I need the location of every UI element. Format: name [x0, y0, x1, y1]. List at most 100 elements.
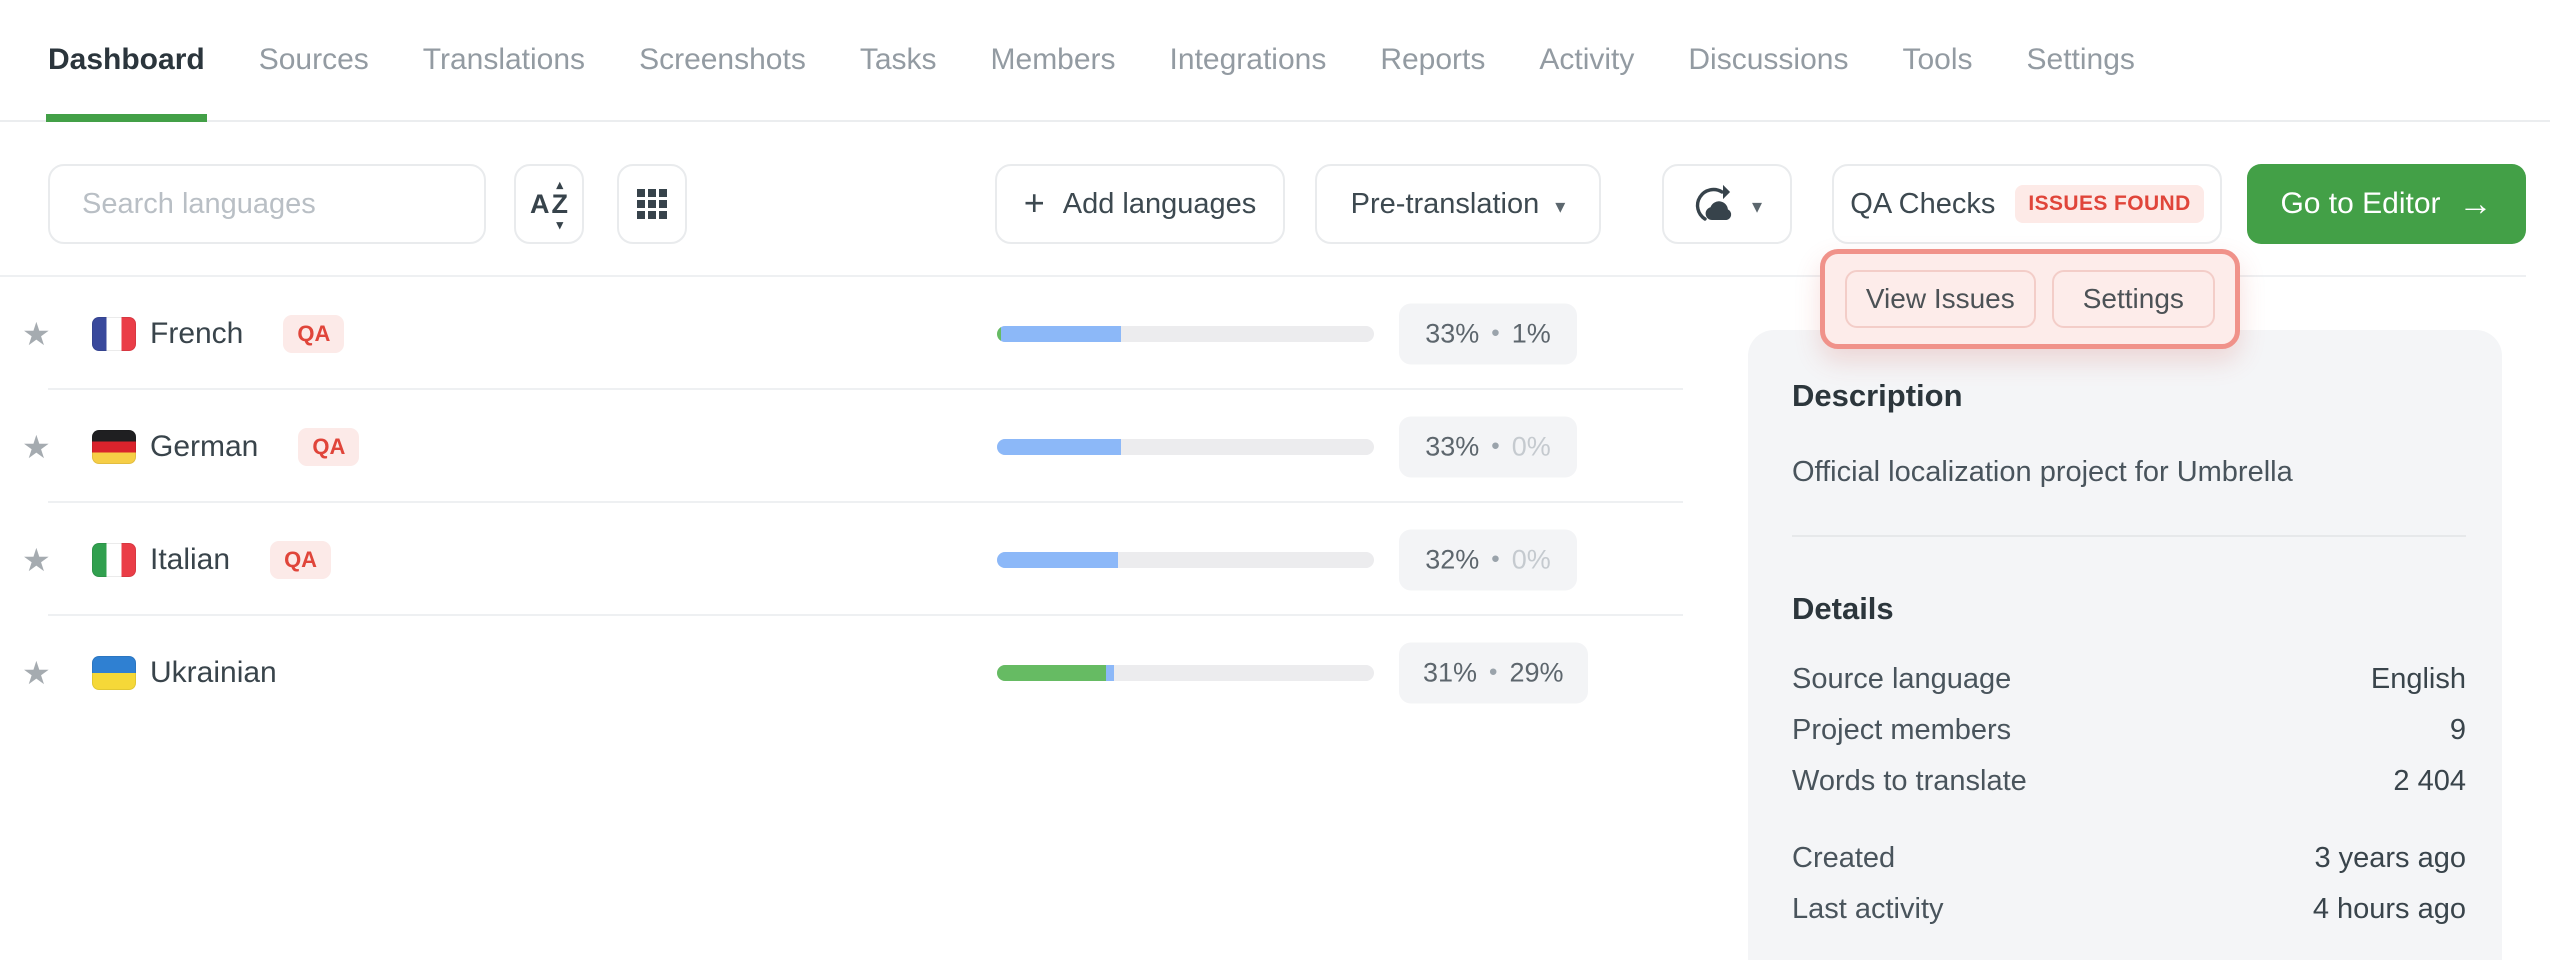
language-row-italian[interactable]: ★ Italian QA 32% • 0%: [0, 503, 1690, 616]
language-name: Ukrainian: [150, 656, 277, 690]
nav-tab-tasks[interactable]: Tasks: [860, 0, 937, 120]
pre-translation-dropdown[interactable]: Pre-translation ▾: [1315, 164, 1601, 244]
star-icon[interactable]: ★: [22, 431, 51, 463]
qa-issues-badge[interactable]: QA: [270, 541, 331, 579]
nav-tab-settings[interactable]: Settings: [2027, 0, 2135, 120]
translated-progress-segment: [997, 552, 1118, 568]
approved-percent: 0%: [1512, 431, 1551, 462]
grid-view-button[interactable]: [617, 164, 687, 244]
nav-tab-screenshots[interactable]: Screenshots: [639, 0, 806, 120]
progress-percent-badge: 33% • 0%: [1399, 416, 1577, 477]
add-languages-button[interactable]: + Add languages: [995, 164, 1285, 244]
detail-row: Project members 9: [1792, 714, 2466, 747]
nav-tab-label: Members: [991, 43, 1116, 77]
nav-tab-label: Reports: [1380, 43, 1485, 77]
dot-separator: •: [1491, 546, 1499, 574]
chevron-down-icon: ▾: [1555, 194, 1565, 219]
toolbar: A ▴ Z ▾ + Add lang: [0, 164, 2550, 244]
detail-value: English: [2371, 663, 2466, 696]
star-icon[interactable]: ★: [22, 544, 51, 576]
nav-tab-label: Tasks: [860, 43, 937, 77]
dot-separator: •: [1491, 433, 1499, 461]
go-to-editor-button[interactable]: Go to Editor →: [2247, 164, 2526, 244]
nav-tab-label: Activity: [1539, 43, 1634, 77]
arrow-right-icon: →: [2459, 187, 2493, 221]
language-row-ukrainian[interactable]: ★ Ukrainian 31% • 29%: [0, 616, 1690, 729]
cloud-sync-icon: [1692, 183, 1738, 225]
nav-tab-label: Settings: [2027, 43, 2135, 77]
view-issues-button[interactable]: View Issues: [1845, 270, 2036, 328]
language-row-french[interactable]: ★ French QA 33% • 1%: [0, 277, 1690, 390]
translated-percent: 31%: [1423, 657, 1477, 688]
star-icon[interactable]: ★: [22, 318, 51, 350]
search-input[interactable]: [82, 188, 452, 221]
top-navigation: Dashboard Sources Translations Screensho…: [0, 0, 2550, 122]
qa-issues-badge[interactable]: QA: [283, 315, 344, 353]
nav-tabs: Dashboard Sources Translations Screensho…: [48, 0, 2135, 120]
dot-separator: •: [1489, 659, 1497, 687]
translated-progress-segment: [1001, 326, 1122, 342]
detail-value: 2 404: [2393, 765, 2466, 798]
detail-row: Created 3 years ago: [1792, 842, 2466, 875]
project-dashboard-page: Dashboard Sources Translations Screensho…: [0, 0, 2550, 960]
dot-separator: •: [1491, 320, 1499, 348]
detail-value: 4 hours ago: [2313, 893, 2466, 926]
description-title: Description: [1792, 378, 2466, 414]
star-icon[interactable]: ★: [22, 657, 51, 689]
qa-issues-badge[interactable]: QA: [298, 428, 359, 466]
detail-label: Last activity: [1792, 893, 1944, 926]
sort-az-icon: A ▴ Z ▾: [530, 178, 568, 231]
nav-tab-sources[interactable]: Sources: [259, 0, 369, 120]
language-list: ★ French QA 33% • 1% ★ German QA 33% • 0: [0, 277, 1690, 729]
nav-tab-translations[interactable]: Translations: [423, 0, 585, 120]
details-primary: Source language English Project members …: [1792, 663, 2466, 798]
sort-az-button[interactable]: A ▴ Z ▾: [514, 164, 584, 244]
nav-tab-dashboard[interactable]: Dashboard: [48, 0, 205, 120]
panel-divider: [1792, 535, 2466, 537]
details-title: Details: [1792, 591, 2466, 627]
detail-value: 3 years ago: [2314, 842, 2466, 875]
add-languages-label: Add languages: [1063, 188, 1257, 221]
detail-label: Created: [1792, 842, 1895, 875]
language-name: German: [150, 430, 258, 464]
detail-value: 9: [2450, 714, 2466, 747]
translation-progress-bar: [997, 326, 1374, 342]
language-row-german[interactable]: ★ German QA 33% • 0%: [0, 390, 1690, 503]
translation-progress-bar: [997, 439, 1374, 455]
search-languages-box: [48, 164, 486, 244]
language-flag-icon: [92, 656, 136, 690]
nav-tab-label: Integrations: [1170, 43, 1327, 77]
sync-sources-dropdown[interactable]: ▾: [1662, 164, 1792, 244]
nav-tab-discussions[interactable]: Discussions: [1688, 0, 1848, 120]
translated-percent: 33%: [1425, 431, 1479, 462]
plus-icon: +: [1024, 185, 1045, 221]
go-to-editor-label: Go to Editor: [2280, 187, 2440, 221]
language-name: Italian: [150, 543, 230, 577]
nav-tab-tools[interactable]: Tools: [1902, 0, 1972, 120]
approved-percent: 1%: [1512, 318, 1551, 349]
nav-tab-label: Discussions: [1688, 43, 1848, 77]
translated-progress-segment: [997, 439, 1121, 455]
issues-found-badge: ISSUES FOUND: [2015, 185, 2203, 223]
translated-progress-segment: [1106, 665, 1114, 681]
nav-tab-activity[interactable]: Activity: [1539, 0, 1634, 120]
nav-tab-integrations[interactable]: Integrations: [1170, 0, 1327, 120]
progress-percent-badge: 31% • 29%: [1399, 642, 1588, 703]
nav-tab-label: Screenshots: [639, 43, 806, 77]
pre-translation-label: Pre-translation: [1351, 188, 1540, 221]
project-details-panel: Description Official localization projec…: [1748, 330, 2502, 960]
nav-tab-members[interactable]: Members: [991, 0, 1116, 120]
translation-progress-bar: [997, 552, 1374, 568]
language-name: French: [150, 317, 243, 351]
progress-percent-badge: 32% • 0%: [1399, 529, 1577, 590]
approved-progress-segment: [997, 665, 1106, 681]
nav-tab-reports[interactable]: Reports: [1380, 0, 1485, 120]
detail-label: Source language: [1792, 663, 2011, 696]
detail-label: Project members: [1792, 714, 2011, 747]
qa-settings-button[interactable]: Settings: [2052, 270, 2215, 328]
language-flag-icon: [92, 317, 136, 351]
translated-percent: 33%: [1425, 318, 1479, 349]
qa-checks-label: QA Checks: [1850, 188, 1995, 221]
qa-checks-button[interactable]: QA Checks ISSUES FOUND: [1832, 164, 2222, 244]
detail-row: Words to translate 2 404: [1792, 765, 2466, 798]
